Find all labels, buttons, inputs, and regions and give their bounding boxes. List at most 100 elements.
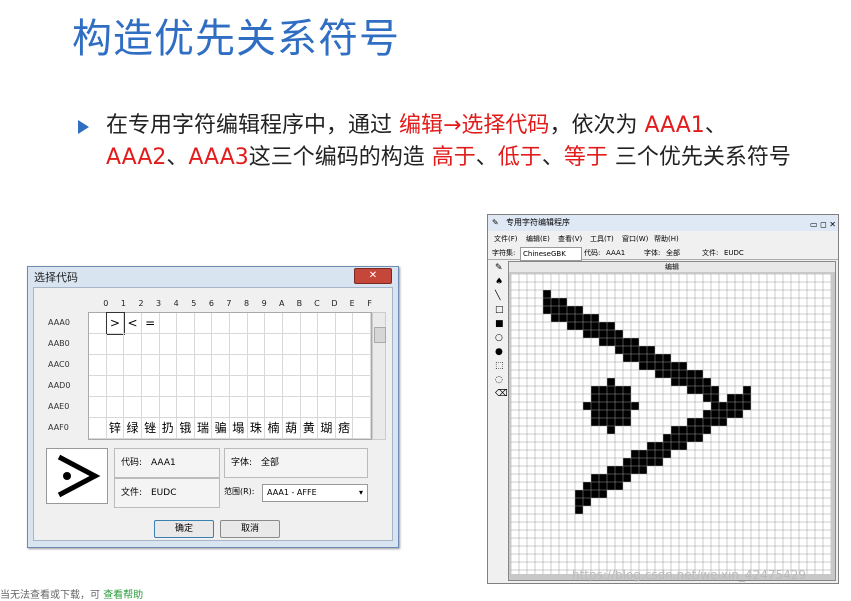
code-grid[interactable]: > < = 锌绿锉扔锇瑞骗塌珠楠葫黄瑚痞 bbox=[88, 312, 372, 440]
menu-item[interactable]: 文件(F) bbox=[494, 233, 518, 245]
code-cell[interactable] bbox=[300, 355, 319, 376]
code-cell[interactable] bbox=[212, 355, 230, 376]
code-cell[interactable]: = bbox=[141, 313, 160, 334]
code-cell[interactable] bbox=[141, 334, 160, 355]
code-cell[interactable] bbox=[318, 376, 336, 397]
code-cell[interactable] bbox=[159, 313, 178, 334]
code-cell[interactable] bbox=[124, 355, 142, 376]
grid-scrollbar[interactable] bbox=[372, 312, 386, 440]
charset-select[interactable]: ChineseGBK bbox=[520, 247, 582, 261]
code-cell[interactable] bbox=[194, 397, 213, 418]
code-cell[interactable] bbox=[124, 397, 142, 418]
close-icon[interactable]: ✕ bbox=[354, 268, 392, 284]
brush-icon[interactable]: ♠ bbox=[495, 277, 503, 287]
code-cell[interactable] bbox=[141, 355, 160, 376]
code-cell[interactable] bbox=[265, 334, 283, 355]
code-cell[interactable] bbox=[282, 376, 301, 397]
code-cell[interactable] bbox=[282, 313, 301, 334]
line-icon[interactable]: ╲ bbox=[495, 291, 500, 301]
code-cell[interactable] bbox=[141, 376, 160, 397]
code-cell[interactable] bbox=[300, 397, 319, 418]
code-cell[interactable] bbox=[89, 334, 107, 355]
code-cell[interactable]: 塌 bbox=[230, 418, 248, 439]
code-cell[interactable] bbox=[89, 355, 107, 376]
code-cell[interactable] bbox=[353, 313, 371, 334]
code-cell[interactable] bbox=[230, 355, 248, 376]
code-cell[interactable]: 骗 bbox=[212, 418, 230, 439]
code-cell[interactable] bbox=[124, 376, 142, 397]
code-cell[interactable] bbox=[159, 376, 178, 397]
code-cell[interactable] bbox=[89, 397, 107, 418]
code-cell[interactable]: 楠 bbox=[265, 418, 283, 439]
code-cell[interactable] bbox=[318, 313, 336, 334]
code-cell[interactable] bbox=[265, 313, 283, 334]
code-cell[interactable] bbox=[177, 334, 195, 355]
code-cell[interactable]: 葫 bbox=[282, 418, 301, 439]
code-cell[interactable]: 扔 bbox=[159, 418, 178, 439]
code-cell[interactable] bbox=[89, 313, 107, 334]
code-cell[interactable] bbox=[353, 418, 371, 439]
code-cell[interactable] bbox=[353, 397, 371, 418]
code-cell[interactable] bbox=[282, 397, 301, 418]
pixel-grid-canvas[interactable] bbox=[511, 274, 831, 574]
code-cell[interactable] bbox=[177, 313, 195, 334]
menu-item[interactable]: 查看(V) bbox=[558, 233, 582, 245]
code-cell[interactable] bbox=[353, 376, 371, 397]
code-cell[interactable] bbox=[353, 355, 371, 376]
code-cell[interactable]: > bbox=[105, 312, 126, 335]
code-cell[interactable] bbox=[106, 376, 125, 397]
code-cell[interactable] bbox=[300, 334, 319, 355]
eraser-icon[interactable]: ⌫ bbox=[495, 389, 508, 399]
code-cell[interactable]: 瑞 bbox=[194, 418, 213, 439]
code-cell[interactable] bbox=[89, 376, 107, 397]
code-cell[interactable] bbox=[230, 313, 248, 334]
code-cell[interactable] bbox=[353, 334, 371, 355]
code-cell[interactable] bbox=[212, 334, 230, 355]
code-cell[interactable]: < bbox=[124, 313, 142, 334]
range-select[interactable]: AAA1 - AFFE ▾ bbox=[262, 484, 368, 502]
code-cell[interactable] bbox=[282, 334, 301, 355]
rect-hollow-icon[interactable]: □ bbox=[495, 305, 504, 315]
code-cell[interactable]: 瑚 bbox=[318, 418, 336, 439]
code-cell[interactable] bbox=[265, 355, 283, 376]
code-cell[interactable] bbox=[194, 313, 213, 334]
code-cell[interactable] bbox=[265, 376, 283, 397]
code-cell[interactable] bbox=[194, 334, 213, 355]
help-link[interactable]: 查看帮助 bbox=[103, 590, 143, 601]
code-cell[interactable] bbox=[335, 355, 354, 376]
code-cell[interactable] bbox=[106, 397, 125, 418]
code-cell[interactable] bbox=[300, 313, 319, 334]
code-cell[interactable] bbox=[247, 313, 266, 334]
code-cell[interactable] bbox=[106, 355, 125, 376]
code-cell[interactable] bbox=[159, 334, 178, 355]
menu-item[interactable]: 帮助(H) bbox=[654, 233, 679, 245]
code-cell[interactable] bbox=[212, 397, 230, 418]
pencil-icon[interactable]: ✎ bbox=[495, 263, 503, 273]
code-cell[interactable]: 黄 bbox=[300, 418, 319, 439]
menu-item[interactable]: 窗口(W) bbox=[622, 233, 648, 245]
code-cell[interactable] bbox=[159, 355, 178, 376]
code-cell[interactable] bbox=[106, 334, 125, 355]
code-cell[interactable] bbox=[124, 334, 142, 355]
code-cell[interactable]: 锌 bbox=[106, 418, 125, 439]
window-controls[interactable]: ▭ ◻ ✕ bbox=[810, 217, 836, 233]
scrollbar-thumb[interactable] bbox=[374, 327, 386, 343]
code-cell[interactable] bbox=[89, 418, 107, 439]
select-free-icon[interactable]: ◌ bbox=[495, 375, 503, 385]
select-rect-icon[interactable]: ⬚ bbox=[495, 361, 504, 371]
code-cell[interactable] bbox=[177, 397, 195, 418]
code-cell[interactable] bbox=[141, 397, 160, 418]
rect-filled-icon[interactable]: ■ bbox=[495, 319, 504, 329]
code-cell[interactable] bbox=[318, 334, 336, 355]
code-cell[interactable] bbox=[318, 355, 336, 376]
code-cell[interactable] bbox=[230, 397, 248, 418]
code-cell[interactable]: 锉 bbox=[141, 418, 160, 439]
code-cell[interactable] bbox=[159, 397, 178, 418]
code-cell[interactable]: 痞 bbox=[335, 418, 354, 439]
code-cell[interactable] bbox=[230, 334, 248, 355]
code-cell[interactable]: 锇 bbox=[177, 418, 195, 439]
code-cell[interactable] bbox=[177, 376, 195, 397]
code-cell[interactable] bbox=[335, 376, 354, 397]
code-cell[interactable] bbox=[194, 376, 213, 397]
code-cell[interactable] bbox=[247, 334, 266, 355]
